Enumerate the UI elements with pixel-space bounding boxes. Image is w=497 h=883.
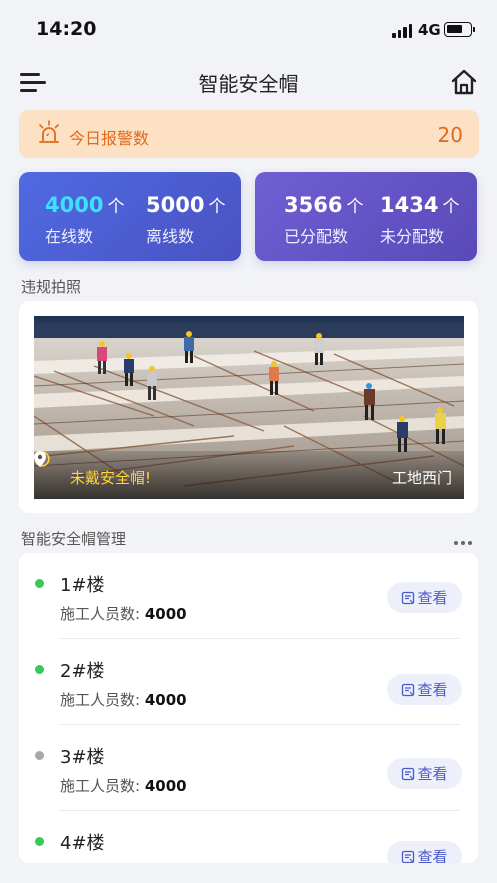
online-offline-card[interactable]: 4000 个 在线数 5000 个 离线数 <box>19 172 241 261</box>
assigned-unit: 个 <box>346 197 364 217</box>
list-item[interactable]: 1#楼 施工人员数: 4000 查看 <box>19 553 478 639</box>
home-icon[interactable] <box>450 68 478 96</box>
offline-unit: 个 <box>208 197 226 217</box>
view-button[interactable]: 查看 <box>387 841 462 863</box>
photo-caption: 未戴安全帽! 工地西门 <box>34 451 464 499</box>
worker-count: 4000 <box>144 605 187 623</box>
location-pin-icon <box>34 451 46 467</box>
violation-section-title: 违规拍照 <box>21 278 82 296</box>
building-name: 2#楼 <box>60 661 105 682</box>
more-options-icon[interactable] <box>454 541 474 547</box>
view-button-label: 查看 <box>417 589 448 607</box>
status-time: 14:20 <box>36 18 97 40</box>
page-title: 智能安全帽 <box>198 72 299 96</box>
assigned-label: 已分配数 <box>284 227 349 246</box>
document-icon <box>402 683 415 696</box>
building-name: 1#楼 <box>60 575 105 596</box>
document-icon <box>402 850 415 863</box>
worker-count-row: 施工人员数: 4000 <box>60 689 187 710</box>
view-button-label: 查看 <box>417 765 448 783</box>
worker-count-label: 施工人员数: <box>60 605 141 623</box>
battery-icon <box>444 22 475 37</box>
network-label: 4G <box>418 21 441 39</box>
alarm-count: 20 <box>437 123 463 147</box>
management-section-title: 智能安全帽管理 <box>21 530 127 548</box>
worker-count-row: 施工人员数: 4000 <box>60 775 187 796</box>
violation-photo[interactable]: 未戴安全帽! 工地西门 <box>34 316 464 499</box>
status-dot-offline <box>35 751 44 760</box>
offline-count: 5000 <box>146 193 205 217</box>
violation-warning-text: 未戴安全帽! <box>70 469 152 487</box>
building-list: 1#楼 施工人员数: 4000 查看 2#楼 施工人员数: 4000 查看 3#… <box>19 553 478 863</box>
building-name: 3#楼 <box>60 747 105 768</box>
assigned-count: 3566 <box>284 193 343 217</box>
online-unit: 个 <box>107 197 125 217</box>
online-label: 在线数 <box>45 227 94 246</box>
violation-location: 工地西门 <box>391 469 452 487</box>
worker-count-label: 施工人员数: <box>60 691 141 709</box>
status-dot-online <box>35 665 44 674</box>
worker-count: 4000 <box>144 777 187 795</box>
list-item[interactable]: 2#楼 施工人员数: 4000 查看 <box>19 639 478 725</box>
unassigned-label: 未分配数 <box>380 227 445 246</box>
view-button-label: 查看 <box>417 681 448 699</box>
unassigned-count: 1434 <box>380 193 439 217</box>
worker-count-row: 施工人员数: 4000 <box>60 861 187 863</box>
unassigned-unit: 个 <box>442 197 460 217</box>
view-button[interactable]: 查看 <box>387 582 462 613</box>
worker-count: 4000 <box>144 691 187 709</box>
status-dot-online <box>35 579 44 588</box>
allocation-card[interactable]: 3566 个 已分配数 1434 个 未分配数 <box>255 172 477 261</box>
alarm-label: 今日报警数 <box>69 129 150 148</box>
online-count: 4000 <box>45 193 104 217</box>
violation-photo-card[interactable]: 未戴安全帽! 工地西门 <box>19 301 478 513</box>
worker-count-label: 施工人员数: <box>60 777 141 795</box>
worker-count-row: 施工人员数: 4000 <box>60 603 187 624</box>
document-icon <box>402 591 415 604</box>
list-item[interactable]: 4#楼 施工人员数: 4000 查看 <box>19 811 478 863</box>
document-icon <box>402 767 415 780</box>
offline-stat: 5000 个 离线数 <box>146 192 225 247</box>
offline-label: 离线数 <box>146 227 195 246</box>
online-stat: 4000 个 在线数 <box>45 192 124 247</box>
assigned-stat: 3566 个 已分配数 <box>284 192 363 247</box>
nav-bar: 智能安全帽 <box>0 58 497 104</box>
view-button-label: 查看 <box>417 848 448 863</box>
status-dot-online <box>35 837 44 846</box>
unassigned-stat: 1434 个 未分配数 <box>380 192 459 247</box>
view-button[interactable]: 查看 <box>387 674 462 705</box>
view-button[interactable]: 查看 <box>387 758 462 789</box>
building-name: 4#楼 <box>60 833 105 854</box>
signal-icon <box>392 24 414 38</box>
alarm-light-icon <box>39 120 59 143</box>
alarm-banner[interactable]: 今日报警数 20 <box>19 110 479 158</box>
list-item[interactable]: 3#楼 施工人员数: 4000 查看 <box>19 725 478 811</box>
status-bar: 14:20 4G <box>0 0 497 58</box>
